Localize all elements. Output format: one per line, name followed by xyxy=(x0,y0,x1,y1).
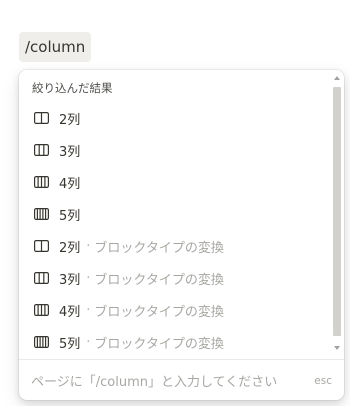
columns-4-icon xyxy=(33,303,50,317)
menu-item-description: ブロックタイプの変換 xyxy=(94,272,224,288)
columns-2-icon xyxy=(33,111,50,125)
menu-item-4-columns[interactable]: 4列 xyxy=(23,167,329,197)
columns-2-icon xyxy=(33,239,50,253)
columns-5-icon xyxy=(33,207,50,221)
columns-3-icon xyxy=(33,271,50,285)
menu-item-label: 2列 xyxy=(59,112,81,128)
columns-5-icon xyxy=(33,335,50,349)
footer-hint: ページに「/column」と入力してください xyxy=(31,375,278,390)
menu-item-turn-into-5-columns[interactable]: 5列 · ブロックタイプの変換 xyxy=(23,327,329,357)
scrollbar[interactable] xyxy=(331,70,344,359)
separator-dot: · xyxy=(86,302,91,318)
menu-item-2-columns[interactable]: 2列 xyxy=(23,103,329,133)
menu-item-3-columns[interactable]: 3列 xyxy=(23,135,329,165)
menu-item-label: 5列 xyxy=(59,208,81,224)
scroll-down-arrow-icon[interactable] xyxy=(334,346,340,350)
slash-command-menu: 絞り込んだ結果 2列 3列 4列 5列 2列 · ブロックタイプの変換 3列 ·… xyxy=(19,70,344,400)
menu-item-turn-into-4-columns[interactable]: 4列 · ブロックタイプの変換 xyxy=(23,295,329,325)
menu-item-description: ブロックタイプの変換 xyxy=(94,304,224,320)
menu-item-label: 4列 xyxy=(59,176,81,192)
menu-item-label: 3列 xyxy=(59,144,81,160)
slash-command-chip: /column xyxy=(19,32,92,62)
menu-item-label: 2列 xyxy=(59,240,81,256)
menu-item-5-columns[interactable]: 5列 xyxy=(23,199,329,229)
menu-item-description: ブロックタイプの変換 xyxy=(94,336,224,352)
columns-3-icon xyxy=(33,143,50,157)
scrollbar-thumb[interactable] xyxy=(333,87,341,336)
section-header: 絞り込んだ結果 xyxy=(32,81,113,95)
menu-item-description: ブロックタイプの変換 xyxy=(94,240,224,256)
footer-divider xyxy=(19,359,344,360)
columns-4-icon xyxy=(33,175,50,189)
menu-item-turn-into-2-columns[interactable]: 2列 · ブロックタイプの変換 xyxy=(23,231,329,261)
menu-item-label: 5列 xyxy=(59,336,81,352)
menu-item-label: 3列 xyxy=(59,272,81,288)
separator-dot: · xyxy=(86,334,91,350)
menu-item-turn-into-3-columns[interactable]: 3列 · ブロックタイプの変換 xyxy=(23,263,329,293)
menu-item-label: 4列 xyxy=(59,304,81,320)
separator-dot: · xyxy=(86,270,91,286)
esc-hint[interactable]: esc xyxy=(314,375,332,387)
scroll-up-arrow-icon[interactable] xyxy=(334,76,340,80)
separator-dot: · xyxy=(86,238,91,254)
